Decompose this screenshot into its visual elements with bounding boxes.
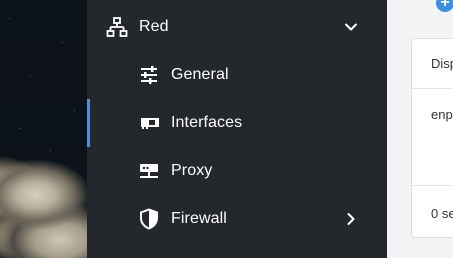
sidebar-item-label: Interfaces (171, 114, 243, 131)
sidebar-section-red[interactable]: Red (87, 3, 387, 51)
row-divider (412, 88, 453, 89)
sidebar-item-label: Firewall (171, 210, 227, 227)
sidebar-item-firewall[interactable]: Firewall (87, 195, 387, 243)
proxy-server-icon (137, 159, 161, 183)
shield-icon (137, 207, 161, 231)
table-header-cell: Disp (431, 56, 453, 71)
sidebar-item-label: General (171, 66, 229, 83)
network-card-icon (137, 111, 161, 135)
add-button[interactable]: + (436, 0, 453, 12)
chevron-right-icon[interactable] (343, 211, 359, 227)
background-photo (0, 0, 87, 258)
network-icon (105, 15, 129, 39)
sidebar: Red General Interfaces Proxy Firewall (87, 0, 387, 258)
plus-icon: + (440, 0, 450, 11)
row-divider (412, 185, 453, 186)
interfaces-table-card: Disp enp 0 se (411, 38, 453, 238)
table-footer-cell: 0 se (431, 206, 453, 221)
sidebar-item-interfaces[interactable]: Interfaces (87, 99, 387, 147)
chevron-down-icon[interactable] (343, 19, 359, 35)
sidebar-item-general[interactable]: General (87, 51, 387, 99)
sliders-icon (137, 63, 161, 87)
sidebar-section-label: Red (139, 18, 169, 35)
main-content: + Disp enp 0 se (387, 0, 453, 258)
table-row-cell[interactable]: enp (431, 107, 453, 122)
sidebar-item-proxy[interactable]: Proxy (87, 147, 387, 195)
sidebar-item-label: Proxy (171, 162, 213, 179)
